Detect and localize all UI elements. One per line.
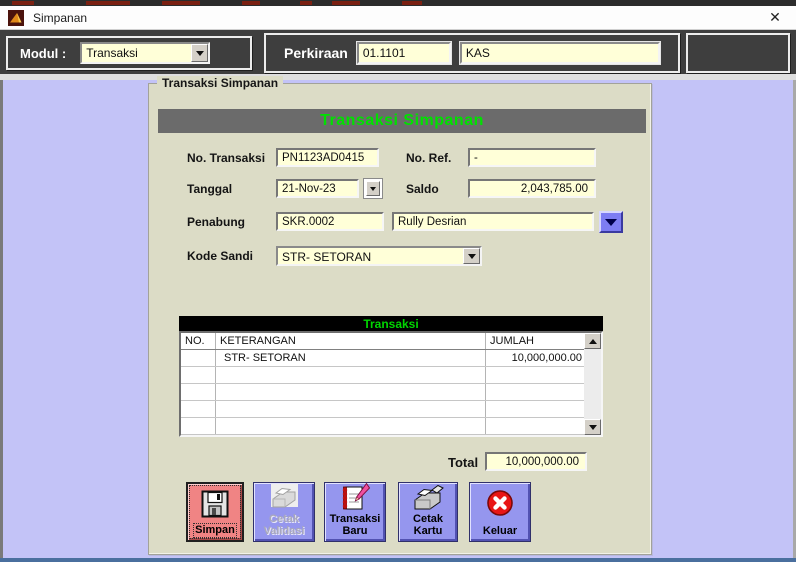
triangle-down-icon <box>589 425 597 430</box>
groupbox-caption: Transaksi Simpanan <box>157 76 283 90</box>
cetak-validasi-button[interactable]: Cetak Validasi <box>253 482 315 542</box>
cell-jumlah: 10,000,000.00 <box>486 350 586 366</box>
chevron-down-icon <box>605 219 617 226</box>
scroll-up-button[interactable] <box>584 333 601 349</box>
cell-keterangan: STR- SETORAN <box>216 350 486 366</box>
table-row-empty[interactable] <box>181 384 586 401</box>
notebook-pencil-icon <box>339 483 371 513</box>
floppy-disk-icon <box>200 484 230 524</box>
total-label: Total <box>448 455 478 470</box>
validation-printer-icon <box>268 483 300 513</box>
triangle-up-icon <box>589 339 597 344</box>
penabung-label: Penabung <box>187 215 245 229</box>
tanggal-label: Tanggal <box>187 182 232 196</box>
keluar-button[interactable]: Keluar <box>469 482 531 542</box>
perkiraan-panel: Perkiraan <box>264 33 680 73</box>
col-header-keterangan: KETERANGAN <box>216 333 486 349</box>
perkiraan-label: Perkiraan <box>284 45 348 61</box>
exit-cross-icon <box>485 483 515 525</box>
button-label: Transaksi Baru <box>325 513 385 538</box>
no-ref-label: No. Ref. <box>406 151 451 165</box>
penabung-name-field[interactable] <box>392 212 594 231</box>
no-transaksi-field[interactable] <box>276 148 379 167</box>
no-ref-field[interactable] <box>468 148 596 167</box>
title-bar: Simpanan ✕ <box>0 6 796 30</box>
col-header-no: NO. <box>181 333 216 349</box>
col-header-jumlah: JUMLAH <box>486 333 586 349</box>
tanggal-field[interactable] <box>276 179 359 198</box>
simpan-button[interactable]: Simpan <box>186 482 244 542</box>
button-label: Cetak Validasi <box>254 513 314 538</box>
total-field[interactable] <box>485 452 587 471</box>
table-row-empty[interactable] <box>181 367 586 384</box>
form-header-banner: Transaksi Simpanan <box>158 109 646 133</box>
modul-combobox-value: Transaksi <box>82 44 191 62</box>
app-window: Simpanan ✕ Modul : Transaksi Perkiraan T… <box>0 0 796 562</box>
scroll-down-button[interactable] <box>584 419 601 435</box>
grid-header-row: NO. KETERANGAN JUMLAH <box>181 333 586 350</box>
close-button[interactable]: ✕ <box>754 6 796 30</box>
table-row-empty[interactable] <box>181 418 586 435</box>
kode-sandi-value: STR- SETORAN <box>278 248 463 264</box>
table-title-bar: Transaksi <box>179 316 603 331</box>
window-title: Simpanan <box>33 11 87 25</box>
penabung-lookup-button[interactable] <box>599 211 623 233</box>
kode-sandi-label: Kode Sandi <box>187 249 253 263</box>
window-bottom-edge <box>0 558 796 562</box>
kode-sandi-combobox[interactable]: STR- SETORAN <box>276 246 482 266</box>
table-row-empty[interactable] <box>181 401 586 418</box>
perkiraan-name-field[interactable] <box>460 42 660 64</box>
grid-scrollbar[interactable] <box>584 333 601 435</box>
top-toolbar: Modul : Transaksi Perkiraan <box>0 30 796 74</box>
modul-combobox[interactable]: Transaksi <box>80 42 210 64</box>
penabung-code-field[interactable] <box>276 212 384 231</box>
kode-sandi-dropdown-button[interactable] <box>463 248 480 264</box>
button-label: Simpan <box>194 524 236 537</box>
cetak-kartu-button[interactable]: Cetak Kartu <box>398 482 458 542</box>
toolbar-spacer-panel <box>686 33 790 73</box>
chevron-down-icon <box>468 254 476 259</box>
perkiraan-code-field[interactable] <box>357 42 451 64</box>
button-label: Keluar <box>483 525 517 538</box>
chevron-down-icon <box>370 187 376 191</box>
card-printer-icon <box>412 483 444 513</box>
transaksi-baru-button[interactable]: Transaksi Baru <box>324 482 386 542</box>
modul-panel: Modul : Transaksi <box>6 36 252 70</box>
client-area: Transaksi Simpanan Transaksi Simpanan No… <box>0 80 796 558</box>
no-transaksi-label: No. Transaksi <box>187 151 265 165</box>
button-label: Cetak Kartu <box>399 513 457 538</box>
modul-dropdown-button[interactable] <box>191 44 208 62</box>
table-row[interactable]: STR- SETORAN 10,000,000.00 <box>181 350 586 367</box>
tanggal-dropdown-mini-button[interactable] <box>366 181 380 196</box>
saldo-field[interactable] <box>468 179 596 198</box>
modul-label: Modul : <box>20 46 66 61</box>
tanggal-dropdown-button[interactable] <box>363 178 383 199</box>
transaksi-simpanan-groupbox: Transaksi Simpanan Transaksi Simpanan No… <box>148 83 652 555</box>
saldo-label: Saldo <box>406 182 439 196</box>
transaction-grid[interactable]: NO. KETERANGAN JUMLAH STR- SETORAN 10,00… <box>179 331 603 437</box>
app-logo-icon <box>8 10 24 26</box>
chevron-down-icon <box>196 51 204 56</box>
cell-no <box>181 350 216 366</box>
